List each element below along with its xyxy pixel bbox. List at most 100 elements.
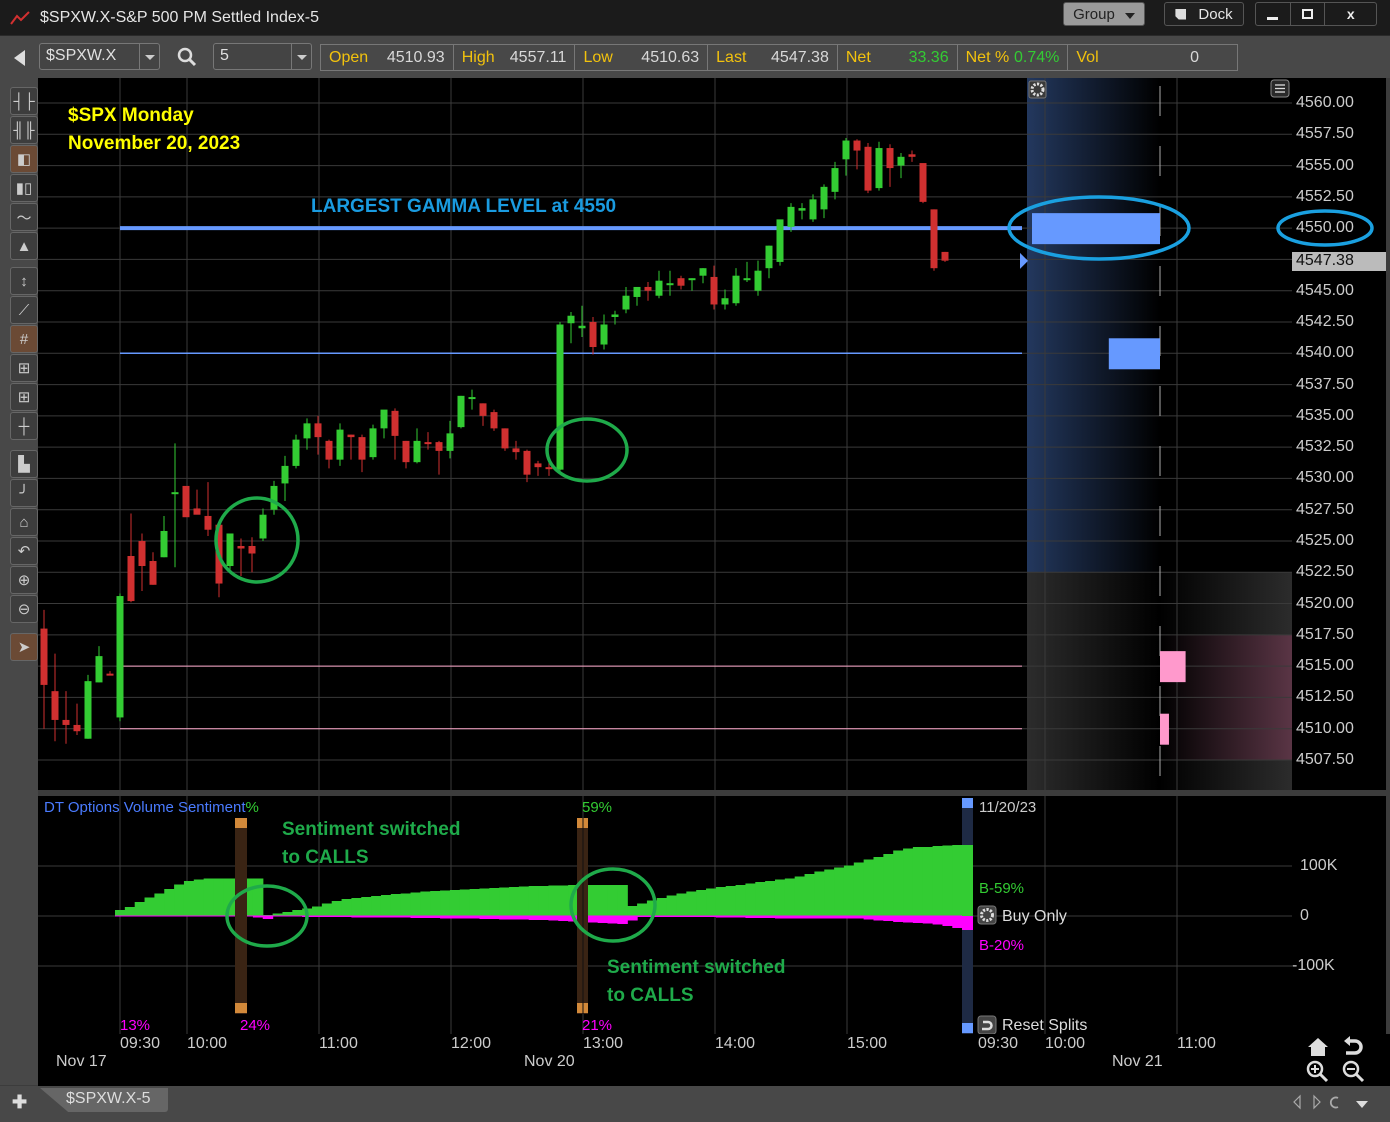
quote-label: Last [716, 48, 747, 66]
collapse-arrow-icon[interactable] [14, 50, 25, 66]
undo-button[interactable]: ↶ [10, 537, 38, 565]
sentiment-call-bar [666, 895, 678, 916]
candle-body [732, 275, 740, 304]
price-tick-label: 4507.50 [1296, 750, 1354, 768]
tab-prev-icon[interactable] [1293, 1094, 1301, 1110]
candle [578, 305, 586, 338]
bar-spacing-button[interactable]: ▙ [10, 450, 38, 478]
undo-icon[interactable] [1342, 1036, 1364, 1058]
candle [160, 515, 168, 558]
maximize-button[interactable] [1291, 3, 1326, 25]
sentiment-chart[interactable]: DT Options Volume Sentiment% 13% 24% 21% 59%… [38, 796, 1292, 1034]
candle-body [336, 429, 344, 460]
candle-body [303, 423, 311, 439]
hlc-bar-button[interactable]: ╢╟ [10, 116, 38, 144]
interval-input[interactable]: 5 [213, 43, 312, 70]
reset-splits-button[interactable] [977, 1015, 997, 1034]
split-marker[interactable] [235, 818, 247, 1014]
sentiment-title-suffix: % [246, 799, 259, 816]
candle-body [347, 434, 355, 438]
hollow-candle-button[interactable]: ▮▯ [10, 174, 38, 202]
close-icon: x [1346, 6, 1355, 22]
tab-menu-icon[interactable] [1356, 1101, 1368, 1108]
mountain-chart-button[interactable]: ▲ [10, 232, 38, 260]
candle [325, 439, 333, 469]
candle-body [886, 148, 894, 169]
auto-scale-button[interactable]: ↕ [10, 267, 38, 295]
candle [369, 424, 377, 460]
reset-bg [977, 1015, 997, 1034]
split-marker[interactable] [577, 818, 588, 1014]
tab-next-icon[interactable] [1313, 1094, 1321, 1110]
sentiment-put-bar [538, 916, 550, 920]
bar-chart-button[interactable]: ┤├ [10, 87, 38, 115]
minimize-button[interactable] [1256, 3, 1291, 25]
zoom-out-button[interactable]: ⊖ [10, 595, 38, 623]
sentiment-call-bar [587, 885, 599, 916]
candle-body [534, 463, 542, 468]
candle [479, 403, 487, 426]
symbol-input[interactable]: $SPXW.X [39, 43, 160, 70]
sentiment-axis[interactable]: 100K 0 -100K [1292, 796, 1386, 1034]
search-icon[interactable] [177, 47, 197, 67]
pointer-button[interactable]: ➤ [10, 633, 38, 661]
panel-settings-icon[interactable] [1028, 80, 1047, 99]
interval-dropdown-icon[interactable] [291, 44, 311, 69]
quote-label: Vol [1076, 48, 1099, 66]
zoom-in-button[interactable]: ⊕ [10, 566, 38, 594]
log-scale-icon: ⟋ [18, 301, 30, 319]
close-button[interactable]: x [1325, 3, 1376, 25]
group-dropdown[interactable]: Group [1063, 2, 1145, 26]
sentiment-call-bar [745, 883, 756, 916]
grid-icon: # [19, 330, 29, 348]
candle [248, 537, 256, 573]
zoom-out-icon[interactable] [1342, 1060, 1366, 1084]
log-scale-button[interactable]: ⟋ [10, 296, 38, 324]
candle [182, 485, 190, 518]
sentiment-put-bar [617, 916, 628, 924]
candle-body [51, 691, 59, 720]
price-tick-label: 4542.50 [1296, 312, 1354, 330]
candle [732, 268, 740, 306]
sentiment-put-bar [518, 916, 530, 920]
symbol-dropdown-icon[interactable] [139, 44, 159, 69]
candle [710, 265, 718, 310]
crosshair-button[interactable]: ┼ [10, 412, 38, 440]
time-tick-label: 11:00 [319, 1035, 358, 1052]
candle-body [930, 209, 938, 269]
sentiment-put-bar [952, 916, 963, 928]
panel-menu-icon[interactable] [1270, 79, 1290, 98]
zoom-in-icon[interactable] [1306, 1060, 1330, 1084]
buy-only-button[interactable] [977, 905, 997, 925]
sentiment-call-bar [469, 889, 481, 916]
dock-button[interactable]: Dock [1164, 2, 1244, 26]
quote-value: 4510.63 [641, 48, 700, 66]
gamma-bar-4540 [1108, 338, 1160, 370]
price-axis[interactable]: 4560.004557.504555.004552.504550.004547.… [1276, 78, 1386, 790]
tab-spxw-5[interactable]: $SPXW.X-5 [40, 1088, 168, 1112]
candle [40, 609, 48, 729]
tick-button[interactable]: ╯ [10, 479, 38, 507]
home-icon[interactable] [1306, 1036, 1330, 1058]
gear-hole [1035, 87, 1040, 92]
home-button[interactable]: ⌂ [10, 508, 38, 536]
candlestick-button[interactable]: ◧ [10, 145, 38, 173]
line-chart-button[interactable]: 〜 [10, 203, 38, 231]
time-axis[interactable]: 09:30 10:00 11:00 12:00 13:00 14:00 15:00 09:30… [38, 1034, 1390, 1086]
candle [127, 513, 135, 603]
price-tick-label: 4522.50 [1296, 563, 1354, 581]
candle-body [138, 540, 146, 567]
small-grid-button[interactable]: ⊞ [10, 383, 38, 411]
table-button[interactable]: ⊞ [10, 354, 38, 382]
last-price-marker-icon [1020, 252, 1028, 269]
candlestick-icon: ◧ [16, 151, 32, 168]
bar-chart-icon: ┤├ [13, 92, 35, 110]
price-chart[interactable]: $SPX Monday November 20, 2023 LARGEST GAMM… [38, 78, 1292, 790]
quote-label: High [461, 48, 495, 66]
add-tab-icon[interactable]: ✚ [12, 1092, 27, 1113]
candle-body [545, 467, 553, 470]
refresh-icon[interactable] [1330, 1096, 1339, 1109]
split-top-label: 59% [582, 799, 612, 816]
grid-button[interactable]: # [10, 325, 38, 353]
sentiment-note-2-line2: to CALLS [607, 985, 694, 1006]
